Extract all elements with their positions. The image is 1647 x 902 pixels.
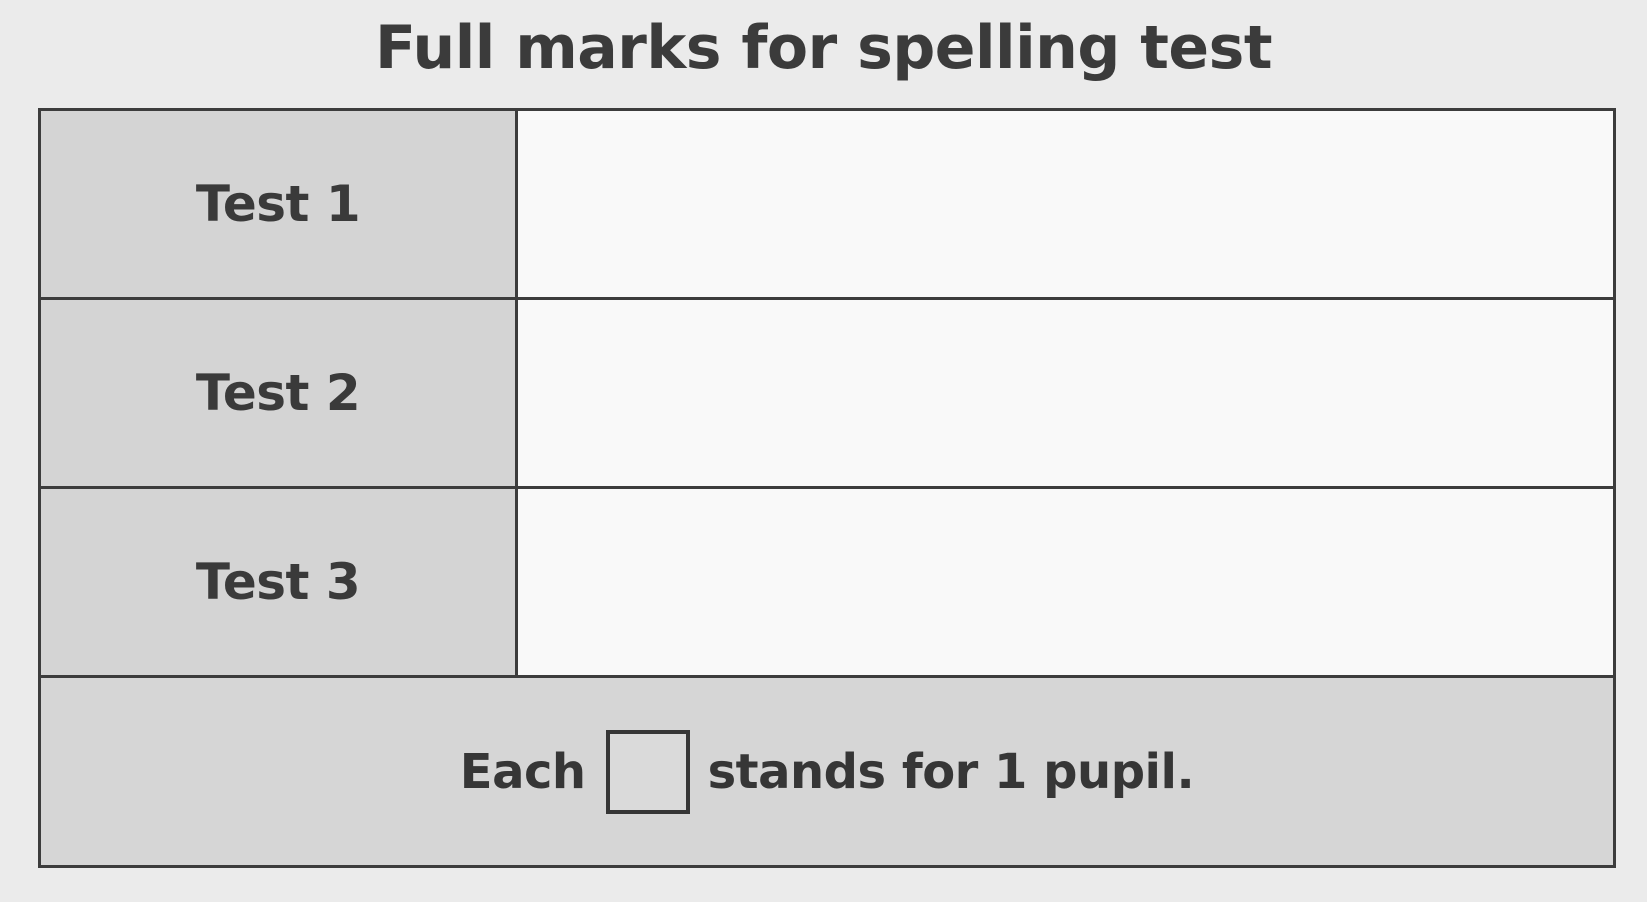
row-data-cell-test-3[interactable] [518, 489, 1613, 675]
table-row-test-2: Test 2 [41, 300, 1613, 489]
row-label-test-2: Test 2 [195, 364, 361, 422]
row-data-cell-test-2[interactable] [518, 300, 1613, 486]
table-row-test-3: Test 3 [41, 489, 1613, 678]
key-text: Each stands for 1 pupil. [41, 730, 1613, 814]
graph-key: Each stands for 1 pupil. [41, 678, 1613, 865]
row-label-cell: Test 2 [41, 300, 518, 486]
table-row-test-1: Test 1 [41, 111, 1613, 300]
row-label-cell: Test 1 [41, 111, 518, 297]
key-text-before: Each [459, 744, 586, 800]
square-symbol-icon [605, 730, 690, 814]
key-text-after: stands for 1 pupil. [707, 744, 1195, 800]
row-label-test-1: Test 1 [195, 175, 361, 233]
row-data-cell-test-1[interactable] [518, 111, 1613, 297]
picture-graph-table: Test 1 Test 2 Test 3 Each stands for 1 p… [38, 108, 1616, 868]
row-label-test-3: Test 3 [195, 553, 361, 611]
row-label-cell: Test 3 [41, 489, 518, 675]
page-title: Full marks for spelling test [374, 13, 1273, 83]
